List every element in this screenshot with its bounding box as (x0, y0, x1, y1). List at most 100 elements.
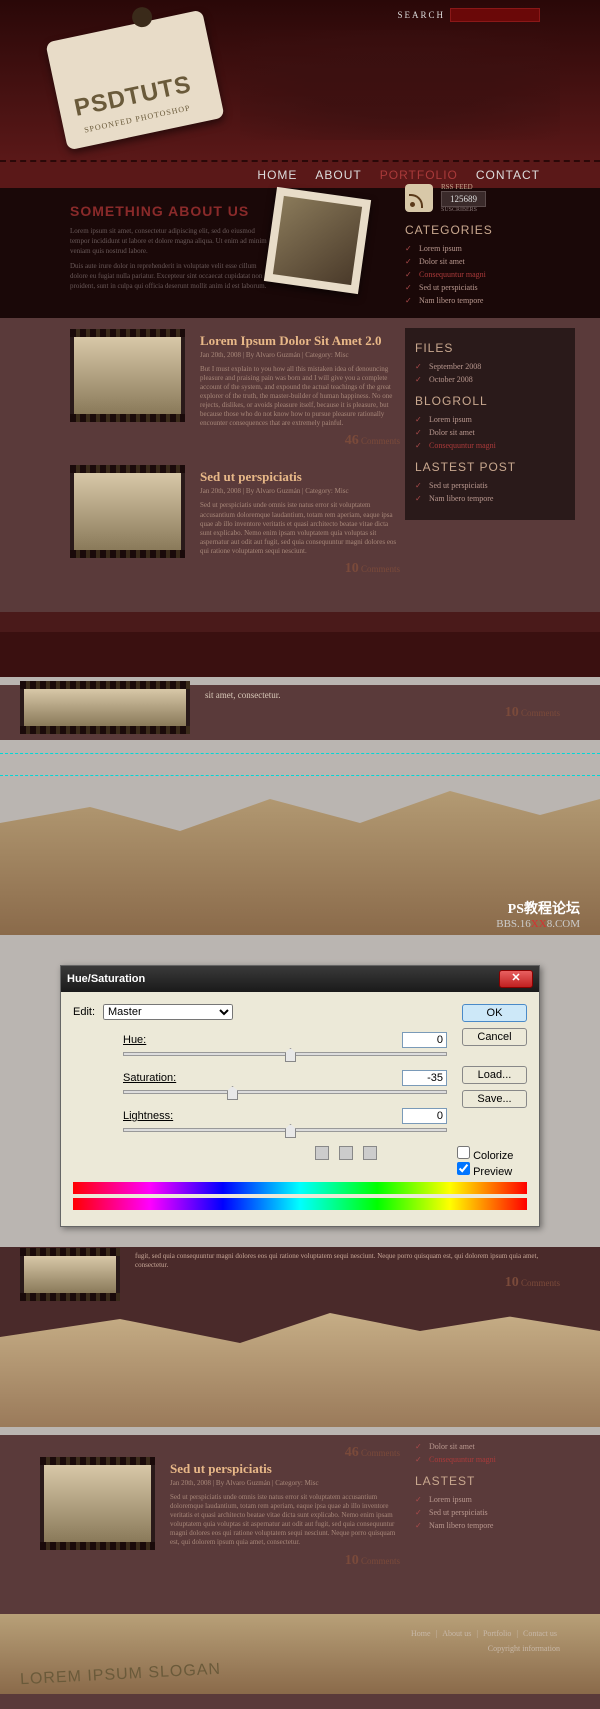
lastest-heading: LASTEST (415, 1474, 575, 1488)
edit-select[interactable]: Master (103, 1004, 233, 1020)
list-item[interactable]: September 2008 (415, 360, 565, 373)
eyedropper-icon[interactable] (315, 1146, 329, 1160)
list-item[interactable]: Sed ut perspiciatis (405, 281, 575, 294)
post-excerpt: Sed ut perspiciatis unde omnis iste natu… (200, 501, 400, 556)
categories-list: Lorem ipsum Dolor sit amet Consequuntur … (405, 242, 575, 307)
nav-contact[interactable]: CONTACT (476, 168, 540, 182)
rss-block: RSS FEED 125689 SUSCRIBERS (405, 183, 575, 213)
post-comments[interactable]: 10 Comments (135, 1275, 560, 1291)
train-illustration (240, 30, 560, 140)
post-comments[interactable]: 10 Comments (205, 705, 560, 721)
post-thumbnail (40, 1461, 155, 1546)
website-mockup-full: PSDTUTS SPOONFED PHOTOSHOP SEARCH HOME A… (0, 0, 600, 677)
post-comments[interactable]: 10 Comments (170, 1553, 400, 1569)
blog-post: Sed ut perspiciatis Jan 20th, 2008 | By … (40, 1461, 400, 1569)
saturation-slider[interactable] (123, 1090, 447, 1094)
site-footer: LOREM IPSUM SLOGAN Home | About us | Por… (0, 1614, 600, 1694)
hue-label: Hue: (123, 1034, 146, 1046)
fragment-text: fugit, sed quia consequuntur magni dolor… (135, 1252, 560, 1270)
list-item[interactable]: October 2008 (415, 373, 565, 386)
eyedropper-minus-icon[interactable] (363, 1146, 377, 1160)
ok-button[interactable]: OK (462, 1004, 527, 1022)
edit-label: Edit: (73, 1006, 95, 1018)
rss-icon[interactable] (405, 184, 433, 212)
polaroid-photo (264, 187, 371, 294)
cancel-button[interactable]: Cancel (462, 1028, 527, 1046)
crop-footer-torn: fugit, sed quia consequuntur magni dolor… (0, 1247, 600, 1427)
blog-post: Sed ut perspiciatis Jan 20th, 2008 | By … (70, 469, 400, 577)
nav-portfolio[interactable]: PORTFOLIO (380, 168, 458, 182)
saturation-input[interactable] (402, 1070, 447, 1086)
load-button[interactable]: Load... (462, 1066, 527, 1084)
blog-post: Lorem Ipsum Dolor Sit Amet 2.0 Jan 20th,… (70, 333, 400, 450)
files-heading: FILES (415, 341, 565, 355)
eyedropper-plus-icon[interactable] (339, 1146, 353, 1160)
site-header: PSDTUTS SPOONFED PHOTOSHOP SEARCH (0, 0, 600, 160)
dialog-buttons: OK Cancel Load... Save... (462, 1004, 527, 1108)
list-item[interactable]: Nam libero tempore (405, 294, 575, 307)
about-p2: Duis aute irure dolor in reprehenderit i… (70, 262, 270, 291)
nav-home[interactable]: HOME (257, 168, 297, 182)
post-thumbnail (20, 685, 190, 730)
footer-link[interactable]: Portfolio (483, 1629, 511, 1638)
hue-input[interactable] (402, 1032, 447, 1048)
list-item[interactable]: Nam libero tempore (415, 1519, 575, 1532)
footer-link[interactable]: Contact us (523, 1629, 557, 1638)
sidebar-content: FILES September 2008 October 2008 BLOGRO… (405, 328, 575, 520)
list-item[interactable]: Lorem ipsum (415, 1493, 575, 1506)
colorize-checkbox[interactable]: Colorize (457, 1146, 527, 1162)
preview-checkbox[interactable]: Preview (457, 1162, 527, 1178)
website-bottom-crop: Dolor sit amet Consequuntur magni LASTES… (0, 1435, 600, 1709)
list-item[interactable]: Nam libero tempore (415, 492, 565, 505)
list-item[interactable]: Consequuntur magni (415, 439, 565, 452)
photoshop-guide (0, 775, 600, 776)
lightness-input[interactable] (402, 1108, 447, 1124)
save-button[interactable]: Save... (462, 1090, 527, 1108)
lightness-slider[interactable] (123, 1128, 447, 1132)
close-icon[interactable]: ✕ (499, 970, 533, 988)
hue-slider[interactable] (123, 1052, 447, 1056)
list-item[interactable]: Consequuntur magni (415, 1453, 575, 1466)
dialog-titlebar[interactable]: Hue/Saturation ✕ (61, 966, 539, 992)
post-excerpt: But I must explain to you how all this m… (200, 365, 400, 429)
footer-slogan: LOREM IPSUM SLOGAN (20, 1660, 222, 1689)
sidebar: RSS FEED 125689 SUSCRIBERS CATEGORIES Lo… (405, 183, 575, 307)
rss-label: RSS FEED (441, 183, 486, 191)
post-thumbnail (70, 469, 185, 554)
crop-with-torn-paper: sit amet, consectetur. 10 Comments PS教程论… (0, 685, 600, 935)
footer-link[interactable]: Home (411, 1629, 431, 1638)
about-strip: SOMETHING ABOUT US Lorem ipsum sit amet,… (0, 188, 600, 318)
list-item[interactable]: Lorem ipsum (405, 242, 575, 255)
blogroll-heading: BLOGROLL (415, 394, 565, 408)
search-input[interactable] (450, 8, 540, 22)
list-item[interactable]: Sed ut perspiciatis (415, 479, 565, 492)
post-title[interactable]: Lorem Ipsum Dolor Sit Amet 2.0 (200, 333, 400, 349)
list-item[interactable]: Consequuntur magni (405, 268, 575, 281)
saturation-label: Saturation: (123, 1072, 176, 1084)
about-block: SOMETHING ABOUT US Lorem ipsum sit amet,… (70, 203, 270, 298)
search-label: SEARCH (397, 10, 445, 20)
list-item[interactable]: Lorem ipsum (415, 413, 565, 426)
content-area: FILES September 2008 October 2008 BLOGRO… (0, 318, 600, 612)
post-meta: Jan 20th, 2008 | By Alvaro Guzmán | Cate… (170, 1479, 400, 1487)
search-box: SEARCH (397, 8, 540, 22)
list-item[interactable]: Dolor sit amet (405, 255, 575, 268)
list-item[interactable]: Dolor sit amet (415, 426, 565, 439)
list-item[interactable]: Dolor sit amet (415, 1440, 575, 1453)
logo-tag: PSDTUTS SPOONFED PHOTOSHOP (45, 10, 224, 151)
list-item[interactable]: Sed ut perspiciatis (415, 1506, 575, 1519)
footer-link[interactable]: About us (442, 1629, 471, 1638)
fragment-text: sit amet, consectetur. (205, 685, 560, 700)
rss-subscribers: SUSCRIBERS (441, 207, 486, 213)
post-title[interactable]: Sed ut perspiciatis (200, 469, 400, 485)
post-meta: Jan 20th, 2008 | By Alvaro Guzmán | Cate… (200, 351, 400, 359)
post-comments[interactable]: 46 Comments (200, 433, 400, 449)
rss-count: 125689 (441, 191, 486, 207)
lightness-label: Lightness: (123, 1110, 173, 1122)
categories-heading: CATEGORIES (405, 223, 575, 237)
hue-gradient (73, 1182, 527, 1194)
nav-about[interactable]: ABOUT (315, 168, 361, 182)
post-title[interactable]: Sed ut perspiciatis (170, 1461, 400, 1477)
copyright: Copyright information (488, 1644, 560, 1653)
post-comments[interactable]: 10 Comments (200, 561, 400, 577)
